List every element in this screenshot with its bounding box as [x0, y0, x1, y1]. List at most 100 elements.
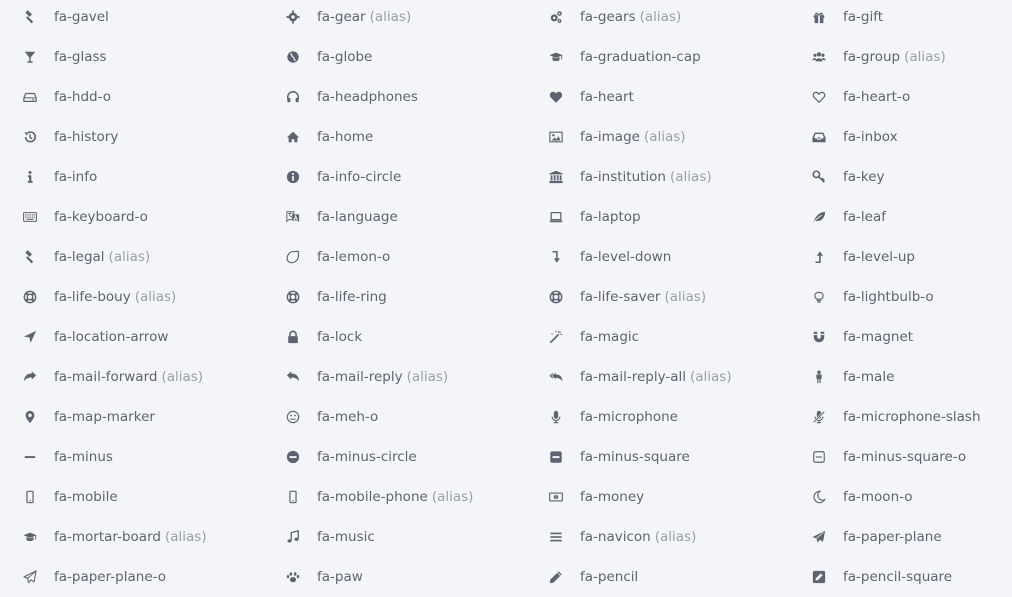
icon-entry-fa-map-marker[interactable]: fa-map-marker: [0, 397, 263, 437]
icon-entry-fa-language[interactable]: fa-language: [263, 197, 526, 237]
icon-entry-fa-paper-plane-o[interactable]: fa-paper-plane-o: [0, 557, 263, 597]
gift-icon: [811, 9, 827, 25]
icon-entry-fa-music[interactable]: fa-music: [263, 517, 526, 557]
icon-entry-fa-life-saver[interactable]: fa-life-saver (alias): [526, 277, 789, 317]
icon-entry-fa-mail-reply-all[interactable]: fa-mail-reply-all (alias): [526, 357, 789, 397]
icon-entry-fa-lock[interactable]: fa-lock: [263, 317, 526, 357]
icon-entry-fa-heart-o[interactable]: fa-heart-o: [789, 77, 1012, 117]
icon-entry-fa-moon-o[interactable]: fa-moon-o: [789, 477, 1012, 517]
icon-entry-fa-hdd-o[interactable]: fa-hdd-o: [0, 77, 263, 117]
icon-entry-fa-life-ring[interactable]: fa-life-ring: [263, 277, 526, 317]
icon-class-name: fa-group: [843, 49, 901, 65]
icon-class-name: fa-male: [843, 369, 895, 385]
moon-icon: [811, 489, 827, 505]
alias-label: (alias): [670, 169, 712, 185]
icon-entry-fa-mobile[interactable]: fa-mobile: [0, 477, 263, 517]
icon-entry-fa-group[interactable]: fa-group (alias): [789, 37, 1012, 77]
icon-entry-fa-life-bouy[interactable]: fa-life-bouy (alias): [0, 277, 263, 317]
icon-entry-fa-institution[interactable]: fa-institution (alias): [526, 157, 789, 197]
icon-class-name: fa-language: [317, 209, 398, 225]
icon-class-name: fa-minus: [54, 449, 113, 465]
icon-entry-fa-lightbulb-o[interactable]: fa-lightbulb-o: [789, 277, 1012, 317]
alias-label: (alias): [654, 529, 697, 545]
gavel-icon: [22, 9, 38, 25]
icon-entry-fa-mobile-phone[interactable]: fa-mobile-phone (alias): [263, 477, 526, 517]
icon-class-name: fa-magnet: [843, 329, 914, 345]
icon-entry-fa-image[interactable]: fa-image (alias): [526, 117, 789, 157]
icon-entry-fa-lemon-o[interactable]: fa-lemon-o: [263, 237, 526, 277]
icon-entry-fa-info-circle[interactable]: fa-info-circle: [263, 157, 526, 197]
icon-entry-fa-location-arrow[interactable]: fa-location-arrow: [0, 317, 263, 357]
icon-entry-fa-inbox[interactable]: fa-inbox: [789, 117, 1012, 157]
icon-entry-fa-paper-plane[interactable]: fa-paper-plane: [789, 517, 1012, 557]
icon-entry-fa-glass[interactable]: fa-glass: [0, 37, 263, 77]
icon-entry-fa-heart[interactable]: fa-heart: [526, 77, 789, 117]
icon-class-name: fa-mail-reply-all: [580, 369, 686, 385]
keyboard-icon: [22, 209, 38, 225]
icon-entry-fa-mail-reply[interactable]: fa-mail-reply (alias): [263, 357, 526, 397]
magnet-icon: [811, 329, 827, 345]
icon-entry-fa-paw[interactable]: fa-paw: [263, 557, 526, 597]
icon-entry-fa-meh-o[interactable]: fa-meh-o: [263, 397, 526, 437]
icon-class-name: fa-minus-square: [580, 449, 690, 465]
icon-entry-fa-headphones[interactable]: fa-headphones: [263, 77, 526, 117]
icon-entry-fa-pencil-square[interactable]: fa-pencil-square: [789, 557, 1012, 597]
icon-class-name: fa-gavel: [54, 9, 109, 25]
icon-entry-fa-pencil[interactable]: fa-pencil: [526, 557, 789, 597]
magic-icon: [548, 329, 564, 345]
icon-entry-fa-level-up[interactable]: fa-level-up: [789, 237, 1012, 277]
icon-entry-fa-minus-square[interactable]: fa-minus-square: [526, 437, 789, 477]
lightbulb-icon: [811, 289, 827, 305]
icon-entry-fa-graduation-cap[interactable]: fa-graduation-cap: [526, 37, 789, 77]
mobile-icon: [285, 489, 301, 505]
group-icon: [811, 49, 827, 65]
icon-entry-fa-history[interactable]: fa-history: [0, 117, 263, 157]
icon-entry-fa-magic[interactable]: fa-magic: [526, 317, 789, 357]
icon-class-name: fa-pencil-square: [843, 569, 953, 585]
icon-entry-fa-minus[interactable]: fa-minus: [0, 437, 263, 477]
icon-class-name: fa-life-saver: [580, 289, 661, 305]
level-down-icon: [548, 249, 564, 265]
icon-entry-fa-keyboard-o[interactable]: fa-keyboard-o: [0, 197, 263, 237]
icon-entry-fa-mortar-board[interactable]: fa-mortar-board (alias): [0, 517, 263, 557]
icon-entry-fa-microphone[interactable]: fa-microphone: [526, 397, 789, 437]
icon-entry-fa-money[interactable]: 1 fa-money: [526, 477, 789, 517]
icon-entry-fa-minus-square-o[interactable]: fa-minus-square-o: [789, 437, 1012, 477]
icon-class-name: fa-history: [54, 129, 119, 145]
icon-entry-fa-gavel[interactable]: fa-gavel: [0, 0, 263, 37]
alias-label: (alias): [643, 129, 686, 145]
alias-label: (alias): [406, 369, 449, 385]
icon-entry-fa-gear[interactable]: fa-gear (alias): [263, 0, 526, 37]
icon-entry-fa-level-down[interactable]: fa-level-down: [526, 237, 789, 277]
home-icon: [285, 129, 301, 145]
icon-entry-fa-laptop[interactable]: fa-laptop: [526, 197, 789, 237]
icon-class-name: fa-gear: [317, 9, 366, 25]
icon-entry-fa-info[interactable]: fa-info: [0, 157, 263, 197]
icon-entry-fa-legal[interactable]: fa-legal (alias): [0, 237, 263, 277]
minus-square-outline-icon: [811, 449, 827, 465]
icon-entry-fa-gears[interactable]: fa-gears (alias): [526, 0, 789, 37]
icon-entry-fa-globe[interactable]: fa-globe: [263, 37, 526, 77]
icon-entry-fa-microphone-slash[interactable]: fa-microphone-slash: [789, 397, 1012, 437]
alias-label: (alias): [369, 9, 412, 25]
icon-entry-fa-key[interactable]: fa-key: [789, 157, 1012, 197]
icon-entry-fa-mail-forward[interactable]: fa-mail-forward (alias): [0, 357, 263, 397]
icon-class-name: fa-pencil: [580, 569, 639, 585]
icon-entry-fa-leaf[interactable]: fa-leaf: [789, 197, 1012, 237]
icon-entry-fa-gift[interactable]: fa-gift: [789, 0, 1012, 37]
icon-entry-fa-minus-circle[interactable]: fa-minus-circle: [263, 437, 526, 477]
icon-entry-fa-male[interactable]: fa-male: [789, 357, 1012, 397]
icon-entry-fa-navicon[interactable]: fa-navicon (alias): [526, 517, 789, 557]
icon-entry-fa-home[interactable]: fa-home: [263, 117, 526, 157]
info-circle-icon: [285, 169, 301, 185]
icon-class-name: fa-paper-plane-o: [54, 569, 167, 585]
icon-class-name: fa-level-up: [843, 249, 915, 265]
alias-label: (alias): [664, 289, 707, 305]
icon-class-name: fa-minus-square-o: [843, 449, 967, 465]
pencil-square-icon: [811, 569, 827, 585]
icon-class-name: fa-meh-o: [317, 409, 379, 425]
icon-class-name: fa-money: [580, 489, 645, 505]
mobile-icon: [22, 489, 38, 505]
icon-entry-fa-magnet[interactable]: fa-magnet: [789, 317, 1012, 357]
icon-class-name: fa-life-bouy: [54, 289, 131, 305]
